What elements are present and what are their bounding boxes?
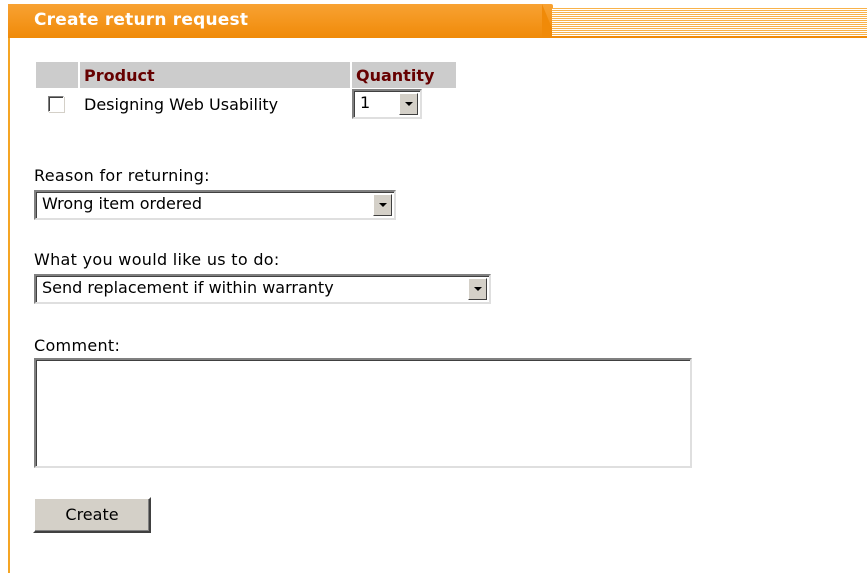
header-rule xyxy=(552,36,867,38)
quantity-value: 1 xyxy=(360,93,371,112)
product-name: Designing Web Usability xyxy=(84,94,279,114)
header-stripes xyxy=(552,8,867,38)
action-value: Send replacement if within warranty xyxy=(42,278,334,297)
quantity-column-header: Quantity xyxy=(352,62,456,88)
return-request-page: Create return request Product Quantity D… xyxy=(0,0,867,573)
quantity-cell: 1 xyxy=(352,88,456,120)
create-button[interactable]: Create xyxy=(33,497,151,533)
reason-label: Reason for returning: xyxy=(34,166,210,185)
product-checkbox[interactable] xyxy=(48,96,64,112)
panel-left-border xyxy=(8,38,10,573)
chevron-down-icon[interactable] xyxy=(373,194,392,216)
quantity-select[interactable]: 1 xyxy=(352,89,422,119)
product-column-header: Product xyxy=(80,62,350,88)
comment-field[interactable] xyxy=(34,358,692,468)
panel-title: Create return request xyxy=(34,10,249,30)
product-table: Product Quantity Designing Web Usability… xyxy=(36,62,456,120)
panel-header: Create return request xyxy=(0,0,867,38)
table-row: Designing Web Usability 1 xyxy=(36,88,456,120)
comment-label: Comment: xyxy=(34,336,121,355)
select-cell xyxy=(36,88,78,120)
chevron-down-icon[interactable] xyxy=(399,93,418,115)
reason-select[interactable]: Wrong item ordered xyxy=(34,190,396,220)
table-header-row: Product Quantity xyxy=(36,62,456,88)
chevron-down-icon[interactable] xyxy=(468,278,487,300)
action-select[interactable]: Send replacement if within warranty xyxy=(34,274,491,304)
action-label: What you would like us to do: xyxy=(34,250,280,269)
select-column-header xyxy=(36,62,78,88)
reason-value: Wrong item ordered xyxy=(42,194,203,213)
